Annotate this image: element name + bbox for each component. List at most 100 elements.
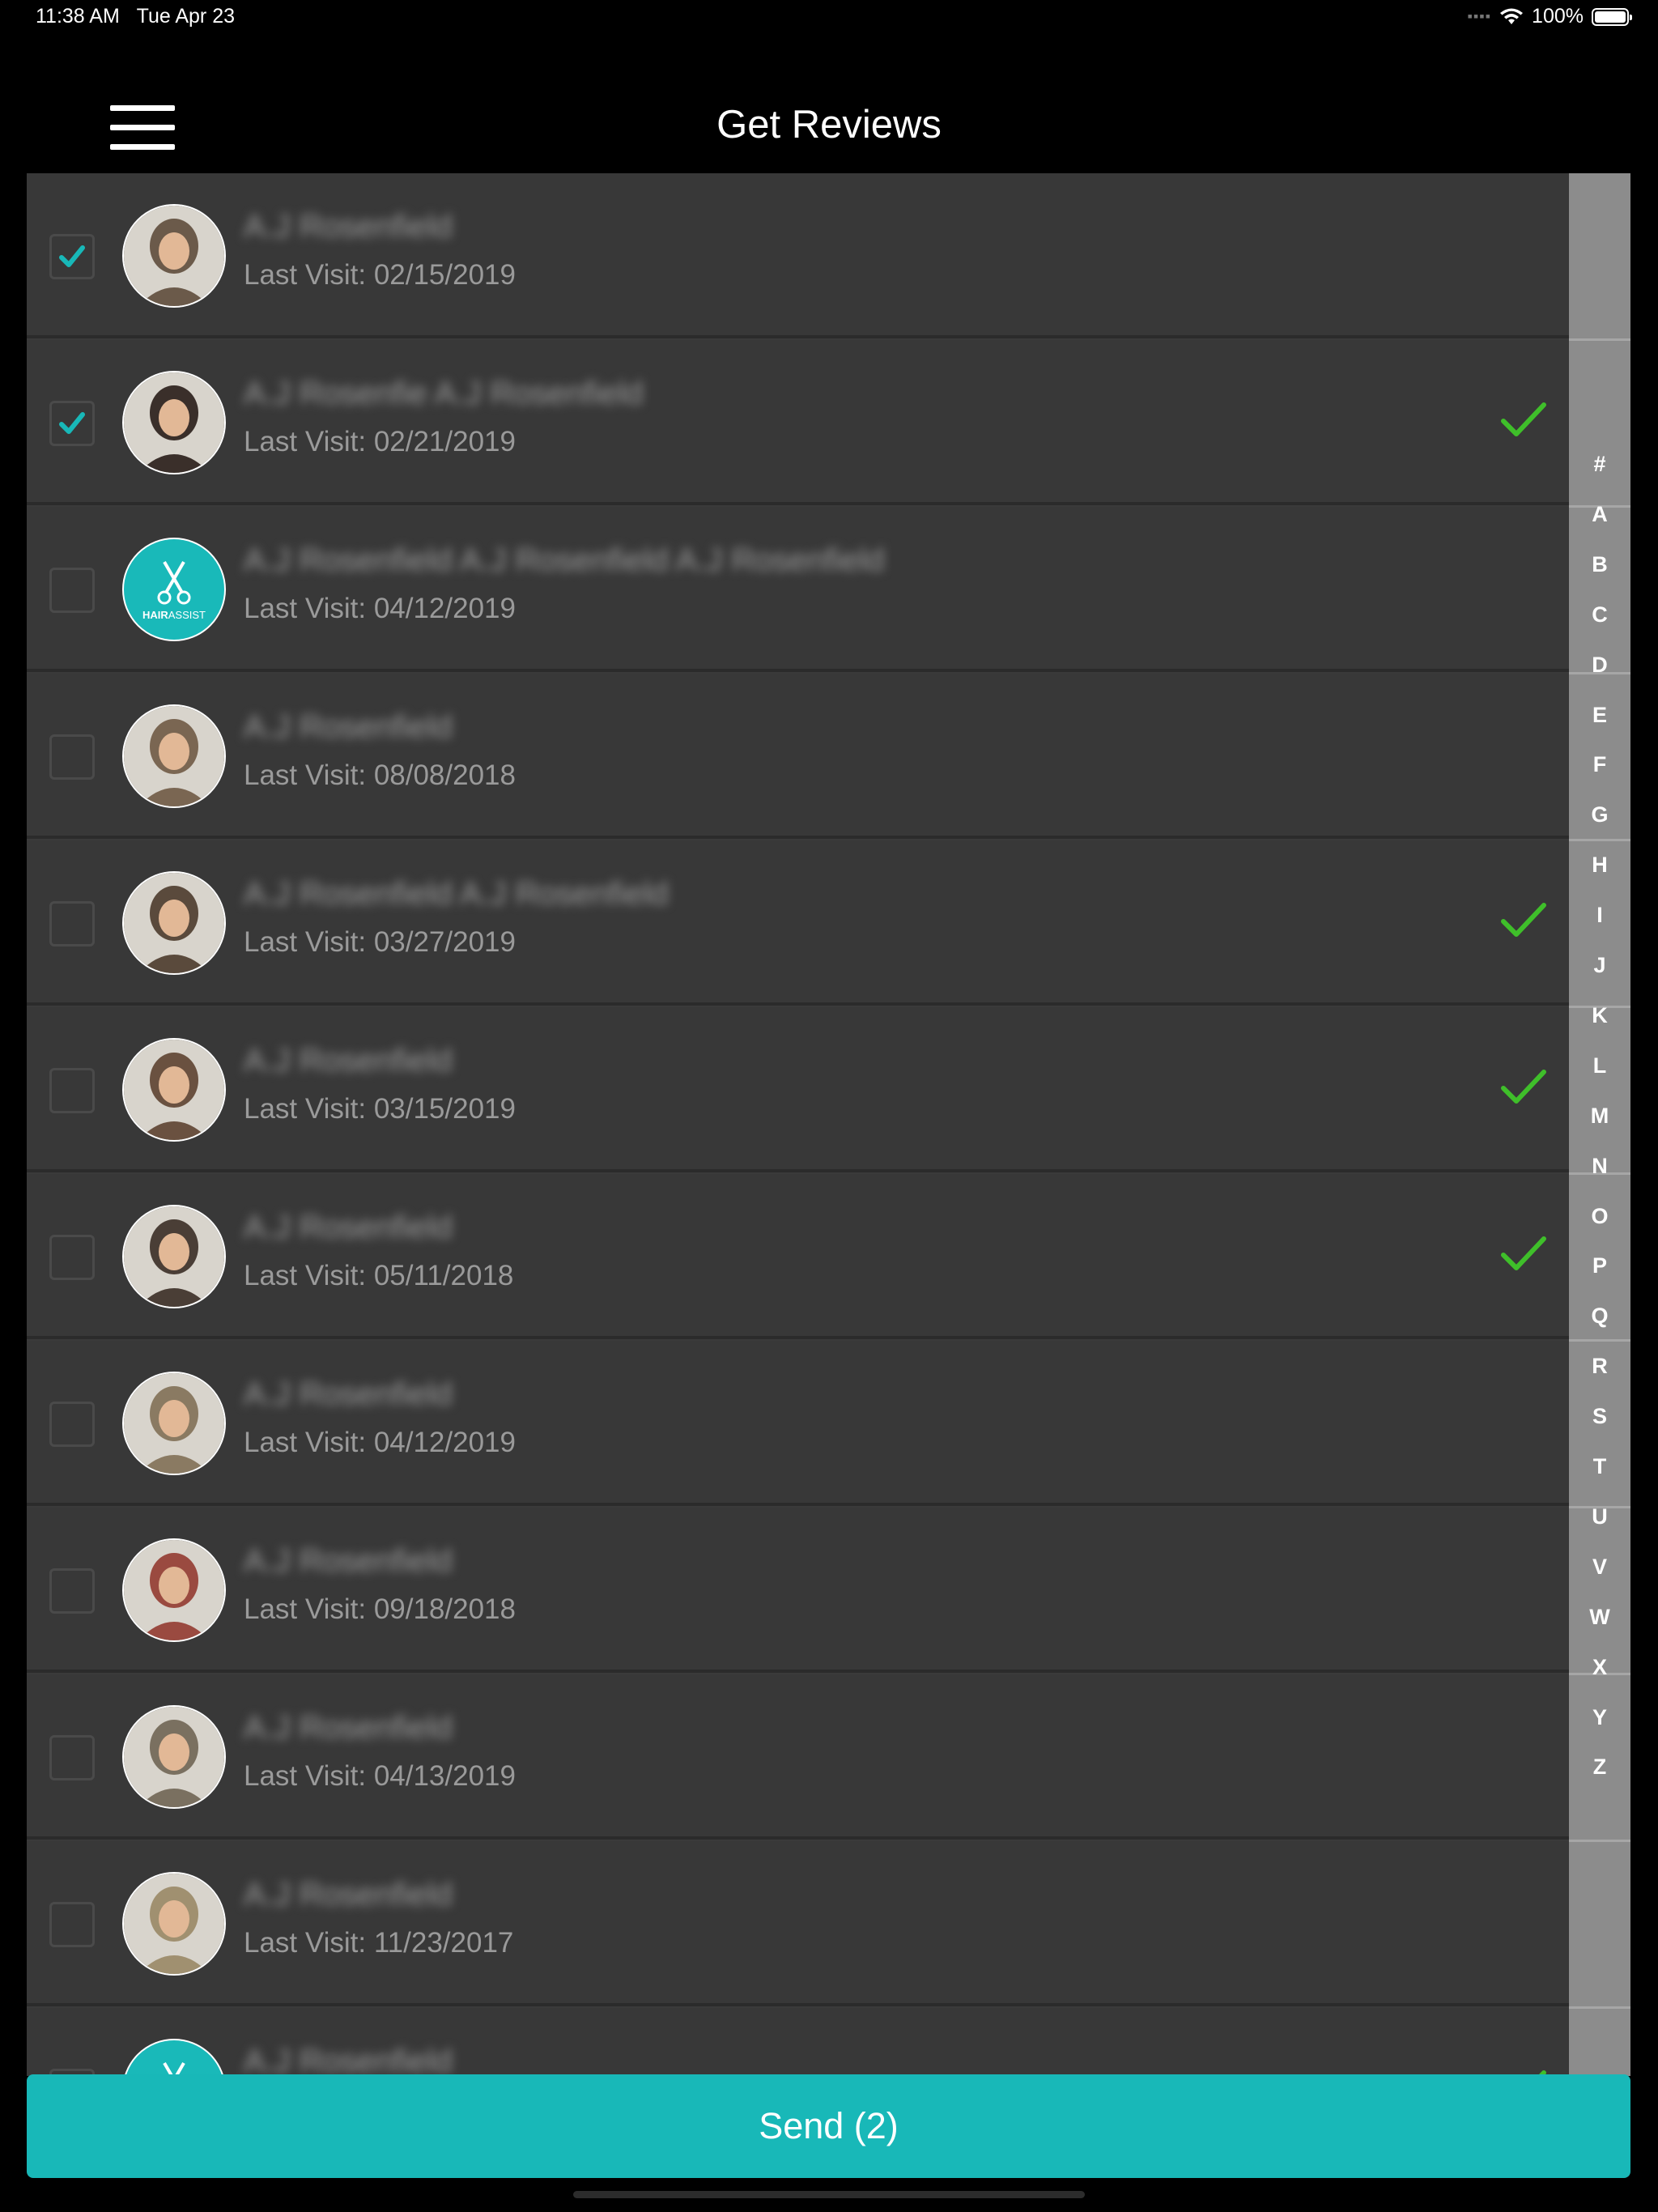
svg-text:HAIRASSIST: HAIRASSIST (142, 609, 206, 621)
customer-row[interactable]: A.J Rosenfield Last Visit: 03/15/2019 (27, 1007, 1569, 1172)
customer-row[interactable]: A.J Rosenfield Last Visit: 11/23/2017 (27, 1841, 1569, 2006)
last-visit-text: Last Visit: 11/23/2017 (244, 1927, 514, 1959)
index-letter[interactable]: T (1569, 1454, 1630, 1479)
customer-row[interactable]: A.J Rosenfield Last Visit: 04/12/2019 (27, 1341, 1569, 1506)
customer-name: A.J Rosenfield (244, 1543, 453, 1579)
avatar (122, 1538, 226, 1642)
last-visit-text: Last Visit: 03/15/2019 (244, 1093, 516, 1125)
avatar (122, 1872, 226, 1976)
avatar (122, 371, 226, 474)
customer-row[interactable]: HAIRASSIST A.J Rosenfield (27, 2008, 1569, 2076)
checkbox-icon[interactable] (49, 1068, 95, 1113)
last-visit-text: Last Visit: 02/21/2019 (244, 426, 516, 457)
index-letter[interactable]: Z (1569, 1755, 1630, 1780)
index-letter[interactable]: U (1569, 1504, 1630, 1529)
last-visit-text: Last Visit: 05/11/2018 (244, 1260, 514, 1291)
customer-row[interactable]: HAIRASSIST A.J Rosenfield A.J Rosenfield … (27, 507, 1569, 672)
customer-list[interactable]: A.J Rosenfield Last Visit: 02/15/2019 A.J … (27, 173, 1569, 2076)
home-indicator (573, 2191, 1085, 2198)
last-visit-text: Last Visit: 04/12/2019 (244, 593, 516, 624)
index-letter[interactable]: M (1569, 1104, 1630, 1129)
index-letter[interactable]: I (1569, 903, 1630, 928)
page-title: Get Reviews (716, 103, 942, 147)
index-letter[interactable]: J (1569, 953, 1630, 978)
index-letter[interactable]: O (1569, 1204, 1630, 1229)
index-divider (1569, 338, 1630, 341)
customer-name: A.J Rosenfield (244, 2044, 453, 2076)
index-letter[interactable]: H (1569, 853, 1630, 878)
customer-name: A.J Rosenfield (244, 209, 453, 245)
checkbox-icon[interactable] (49, 1235, 95, 1280)
last-visit-text: Last Visit: 02/15/2019 (244, 259, 516, 291)
index-letter[interactable]: # (1569, 452, 1630, 477)
index-letter[interactable]: R (1569, 1354, 1630, 1379)
customer-row[interactable]: A.J Rosenfield Last Visit: 05/11/2018 (27, 1174, 1569, 1339)
green-checkmark-icon (1500, 902, 1547, 945)
index-letter[interactable]: E (1569, 703, 1630, 728)
customer-name: A.J Rosenfie A.J Rosenfield (244, 376, 644, 411)
index-letter[interactable]: D (1569, 653, 1630, 678)
checkbox-icon[interactable] (49, 401, 95, 446)
index-letter[interactable]: A (1569, 502, 1630, 527)
customer-row[interactable]: A.J Rosenfield A.J Rosenfield Last Visit:… (27, 840, 1569, 1006)
customer-row[interactable]: A.J Rosenfield Last Visit: 02/15/2019 (27, 173, 1569, 338)
index-letter[interactable]: C (1569, 602, 1630, 627)
index-letter[interactable]: N (1569, 1154, 1630, 1179)
index-letter[interactable]: Y (1569, 1705, 1630, 1730)
wifi-icon (1500, 8, 1524, 24)
customer-row[interactable]: A.J Rosenfield Last Visit: 08/08/2018 (27, 674, 1569, 839)
avatar (122, 1705, 226, 1809)
last-visit-text: Last Visit: 03/27/2019 (244, 926, 516, 958)
index-letter[interactable]: K (1569, 1003, 1630, 1028)
customer-row[interactable]: A.J Rosenfield Last Visit: 04/13/2019 (27, 1674, 1569, 1840)
customer-row[interactable]: A.J Rosenfie A.J Rosenfield Last Visit: 0… (27, 340, 1569, 505)
status-date: Tue Apr 23 (136, 5, 235, 28)
index-letter[interactable]: F (1569, 752, 1630, 777)
index-divider (1569, 1339, 1630, 1342)
index-divider (1569, 1840, 1630, 1842)
index-divider (1569, 839, 1630, 841)
customer-name: A.J Rosenfield (244, 1376, 453, 1412)
last-visit-text: Last Visit: 04/13/2019 (244, 1760, 516, 1792)
status-bar: 11:38 AM Tue Apr 23 ▪▪▪▪ 100% (0, 0, 1658, 36)
green-checkmark-icon (1500, 1236, 1547, 1278)
battery-percent: 100% (1532, 5, 1584, 28)
customer-name: A.J Rosenfield (244, 1710, 453, 1746)
customer-name: A.J Rosenfield (244, 1877, 453, 1912)
index-letter[interactable]: G (1569, 802, 1630, 827)
checkbox-icon[interactable] (49, 1402, 95, 1447)
battery-icon (1592, 7, 1632, 26)
index-letter[interactable]: X (1569, 1655, 1630, 1680)
status-time-date: 11:38 AM Tue Apr 23 (36, 5, 235, 28)
checkbox-icon[interactable] (49, 1568, 95, 1614)
checkbox-icon[interactable] (49, 234, 95, 279)
checkbox-icon[interactable] (49, 1902, 95, 1947)
checkbox-icon[interactable] (49, 568, 95, 613)
customer-name: A.J Rosenfield (244, 1043, 453, 1078)
customer-row[interactable]: A.J Rosenfield Last Visit: 09/18/2018 (27, 1508, 1569, 1673)
checkbox-icon[interactable] (49, 1735, 95, 1780)
avatar (122, 1372, 226, 1475)
last-visit-text: Last Visit: 08/08/2018 (244, 759, 516, 791)
avatar (122, 204, 226, 308)
index-letter[interactable]: P (1569, 1253, 1630, 1278)
index-letter[interactable]: Q (1569, 1304, 1630, 1329)
customer-name: A.J Rosenfield (244, 1210, 453, 1245)
index-letter[interactable]: V (1569, 1555, 1630, 1580)
signal-dots-icon: ▪▪▪▪ (1467, 8, 1492, 24)
avatar (122, 1205, 226, 1308)
index-letter[interactable]: W (1569, 1605, 1630, 1630)
send-button[interactable]: Send (2) (27, 2074, 1630, 2178)
checkbox-icon[interactable] (49, 901, 95, 946)
green-checkmark-icon (1500, 402, 1547, 445)
hairassist-logo-icon: HAIRASSIST (122, 2039, 226, 2076)
alphabet-index[interactable]: # A B C D E F G H I J K L M N O P Q R S T U V W X Y Z (1569, 173, 1630, 2076)
index-letter[interactable]: S (1569, 1404, 1630, 1429)
avatar (122, 704, 226, 808)
checkbox-icon[interactable] (49, 734, 95, 780)
index-letter[interactable]: B (1569, 552, 1630, 577)
avatar (122, 871, 226, 975)
index-letter[interactable]: L (1569, 1053, 1630, 1078)
last-visit-text: Last Visit: 04/12/2019 (244, 1427, 516, 1458)
hairassist-logo-icon: HAIRASSIST (122, 538, 226, 641)
